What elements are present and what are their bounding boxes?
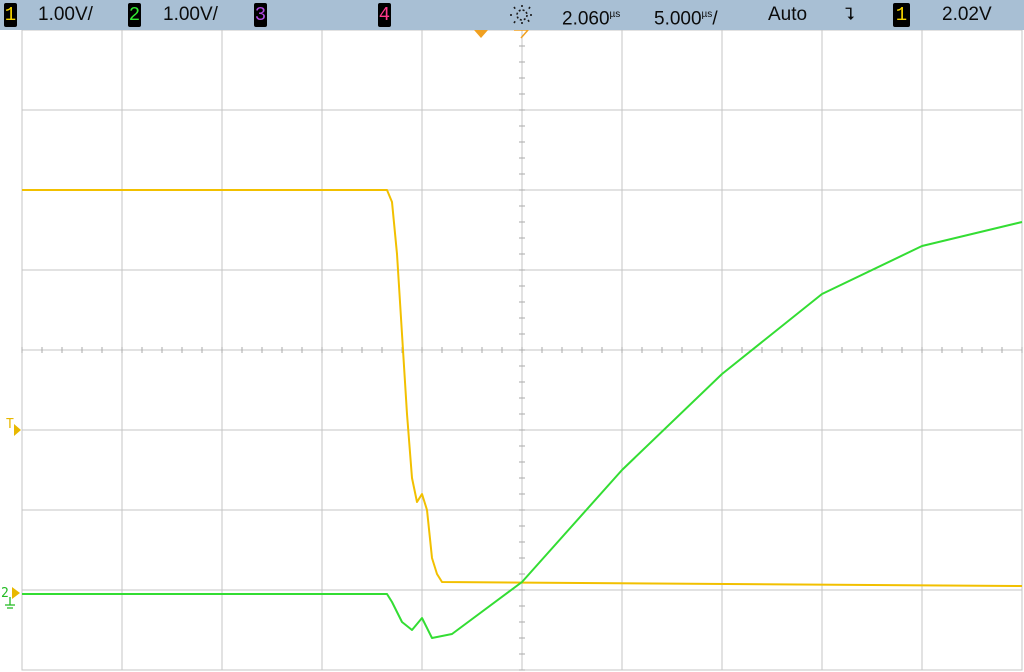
trigger-source-badge[interactable]: 1 [893, 3, 910, 27]
graticule [21, 30, 1023, 671]
ch2-badge[interactable]: 2 [128, 3, 141, 27]
trigger-level-arrow [14, 424, 21, 436]
trigger-position-marker [474, 30, 488, 38]
ch1-scale[interactable]: 1.00V/ [38, 3, 93, 27]
waveform-display: T2 [1, 30, 1023, 671]
trigger-level[interactable]: 2.02V [942, 3, 992, 27]
ch1-badge[interactable]: 1 [4, 3, 17, 27]
ch2-ground-arrow [12, 587, 20, 599]
trigger-mode[interactable]: Auto [768, 3, 807, 27]
ch4-badge[interactable]: 4 [378, 3, 391, 27]
trigger-slope-icon: ⮧ [845, 5, 856, 24]
ch2-ground-marker: 2 [1, 586, 9, 601]
time-scale[interactable]: 5.000µs/ [654, 3, 718, 29]
status-bar: 1 1.00V/ 2 1.00V/ 3 4 2.060µs 5.000µs/ A… [0, 0, 1024, 30]
trigger-level-marker: T [6, 417, 14, 432]
ch2-scale[interactable]: 1.00V/ [163, 3, 218, 27]
ch3-badge[interactable]: 3 [254, 3, 267, 27]
time-reference-marker [514, 30, 529, 39]
time-delay[interactable]: 2.060µs [562, 3, 620, 29]
run-sun-icon[interactable] [506, 4, 538, 26]
screen-markers: T2 [1, 30, 529, 609]
